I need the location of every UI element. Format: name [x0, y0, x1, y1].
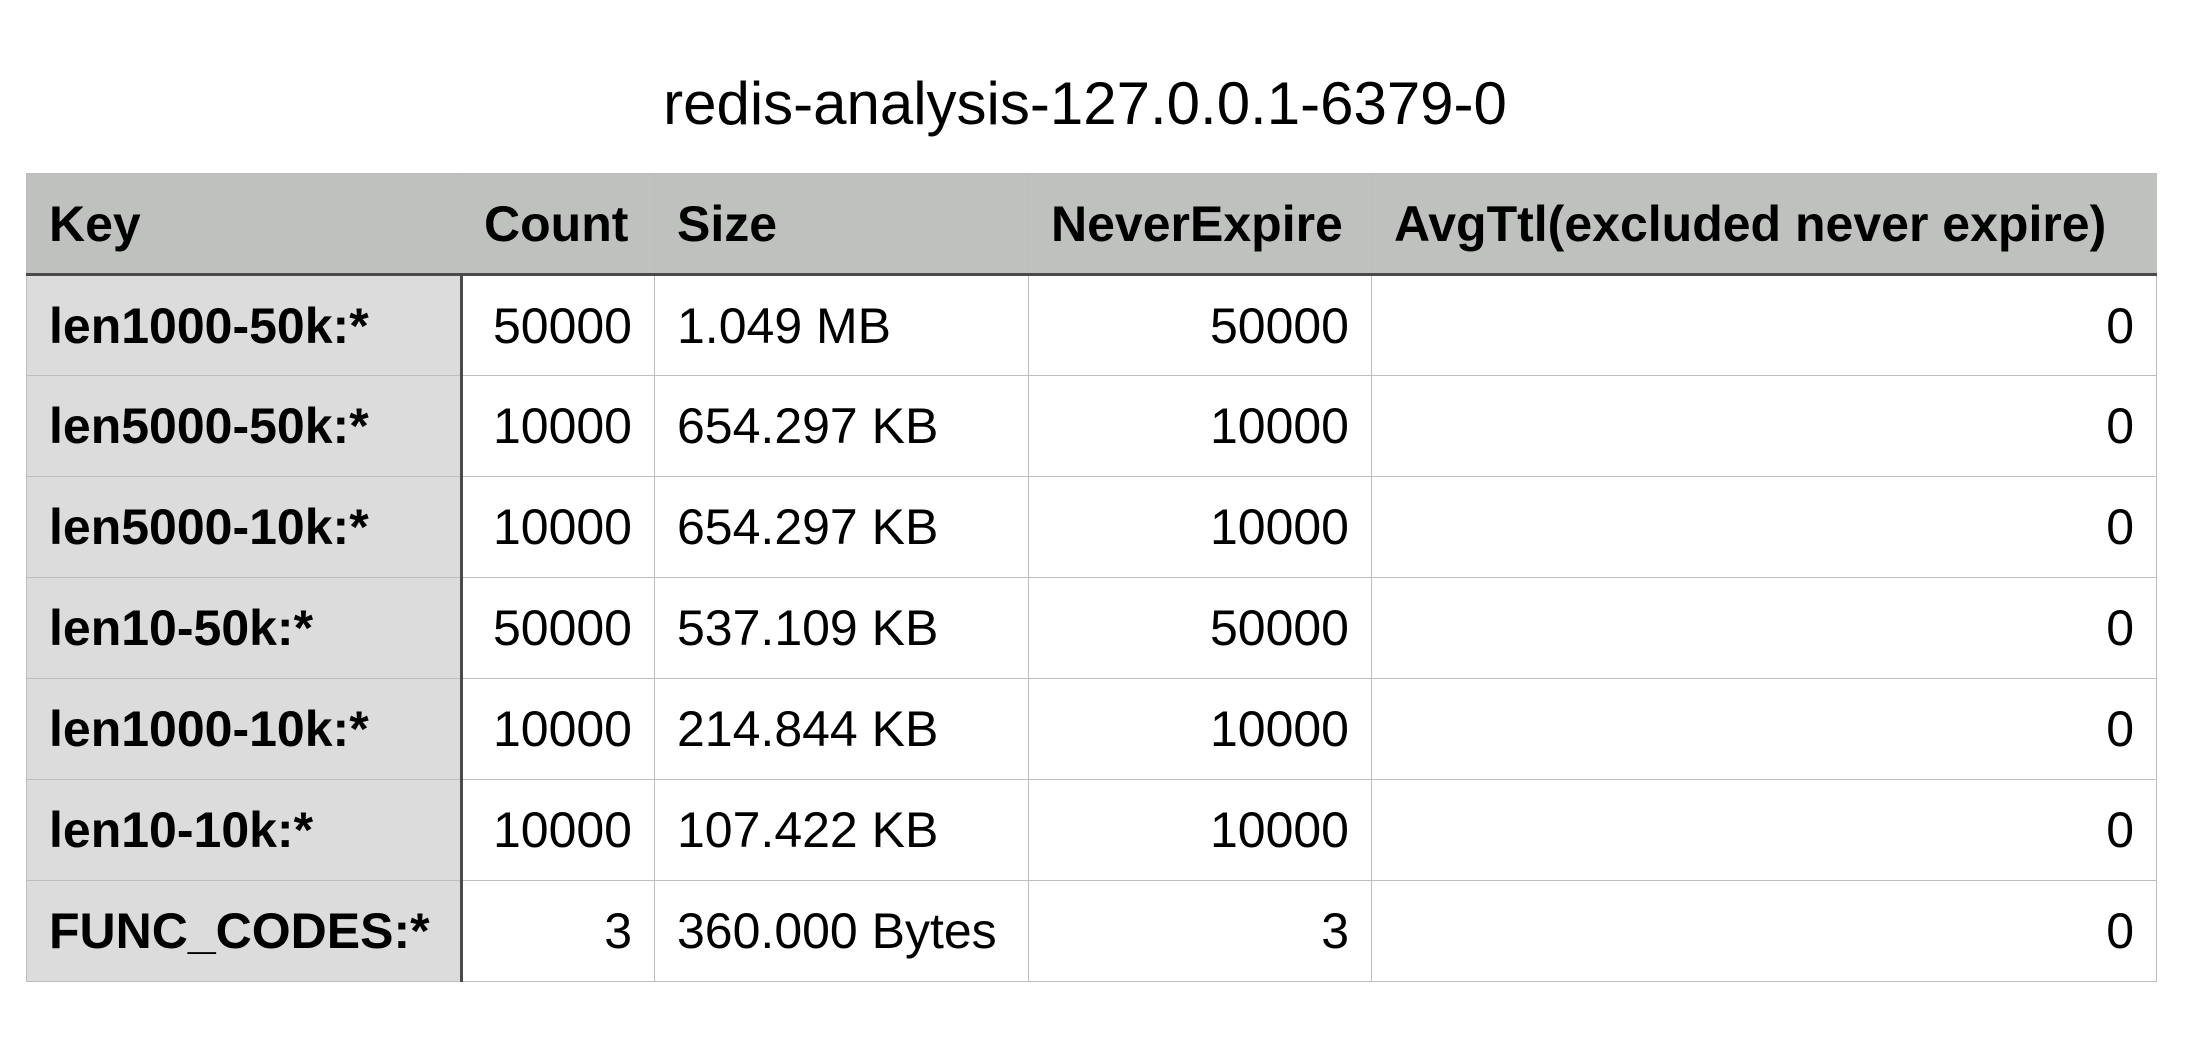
- table-row: len1000-50k:* 50000 1.049 MB 50000 0: [26, 274, 2157, 376]
- count-cell: 50000: [461, 274, 655, 376]
- never-expire-cell: 10000: [1028, 375, 1372, 477]
- size-cell: 107.422 KB: [654, 779, 1029, 881]
- avg-ttl-cell: 0: [1371, 880, 2157, 982]
- count-cell: 50000: [461, 577, 655, 679]
- header-avg-ttl: AvgTtl(excluded never expire): [1371, 173, 2157, 276]
- avg-ttl-cell: 0: [1371, 375, 2157, 477]
- key-cell: len5000-50k:*: [26, 375, 463, 477]
- avg-ttl-cell: 0: [1371, 577, 2157, 679]
- never-expire-cell: 10000: [1028, 678, 1372, 780]
- key-cell: len10-50k:*: [26, 577, 463, 679]
- count-cell: 10000: [461, 476, 655, 578]
- avg-ttl-cell: 0: [1371, 476, 2157, 578]
- key-analysis-table: Key Count Size NeverExpire AvgTtl(exclud…: [26, 173, 2157, 982]
- size-cell: 1.049 MB: [654, 274, 1029, 376]
- size-cell: 360.000 Bytes: [654, 880, 1029, 982]
- never-expire-cell: 50000: [1028, 577, 1372, 679]
- table-row: len1000-10k:* 10000 214.844 KB 10000 0: [26, 678, 2157, 780]
- table-row: len10-50k:* 50000 537.109 KB 50000 0: [26, 577, 2157, 679]
- size-cell: 214.844 KB: [654, 678, 1029, 780]
- count-cell: 10000: [461, 375, 655, 477]
- count-cell: 10000: [461, 678, 655, 780]
- key-cell: len10-10k:*: [26, 779, 463, 881]
- never-expire-cell: 3: [1028, 880, 1372, 982]
- size-cell: 654.297 KB: [654, 476, 1029, 578]
- header-key: Key: [26, 173, 462, 276]
- avg-ttl-cell: 0: [1371, 274, 2157, 376]
- table-row: FUNC_CODES:* 3 360.000 Bytes 3 0: [26, 880, 2157, 982]
- header-row: Key Count Size NeverExpire AvgTtl(exclud…: [26, 173, 2157, 276]
- size-cell: 654.297 KB: [654, 375, 1029, 477]
- report-title: redis-analysis-127.0.0.1-6379-0: [663, 70, 1507, 137]
- table-row: len5000-50k:* 10000 654.297 KB 10000 0: [26, 375, 2157, 477]
- never-expire-cell: 10000: [1028, 476, 1372, 578]
- size-cell: 537.109 KB: [654, 577, 1029, 679]
- key-cell: len1000-50k:*: [26, 274, 463, 376]
- table-row: len10-10k:* 10000 107.422 KB 10000 0: [26, 779, 2157, 881]
- key-cell: len1000-10k:*: [26, 678, 463, 780]
- header-never-expire: NeverExpire: [1028, 173, 1372, 276]
- count-cell: 10000: [461, 779, 655, 881]
- never-expire-cell: 10000: [1028, 779, 1372, 881]
- count-cell: 3: [461, 880, 655, 982]
- avg-ttl-cell: 0: [1371, 779, 2157, 881]
- key-cell: len5000-10k:*: [26, 476, 463, 578]
- header-size: Size: [654, 173, 1029, 276]
- header-count: Count: [461, 173, 655, 276]
- table-row: len5000-10k:* 10000 654.297 KB 10000 0: [26, 476, 2157, 578]
- avg-ttl-cell: 0: [1371, 678, 2157, 780]
- key-cell: FUNC_CODES:*: [26, 880, 463, 982]
- never-expire-cell: 50000: [1028, 274, 1372, 376]
